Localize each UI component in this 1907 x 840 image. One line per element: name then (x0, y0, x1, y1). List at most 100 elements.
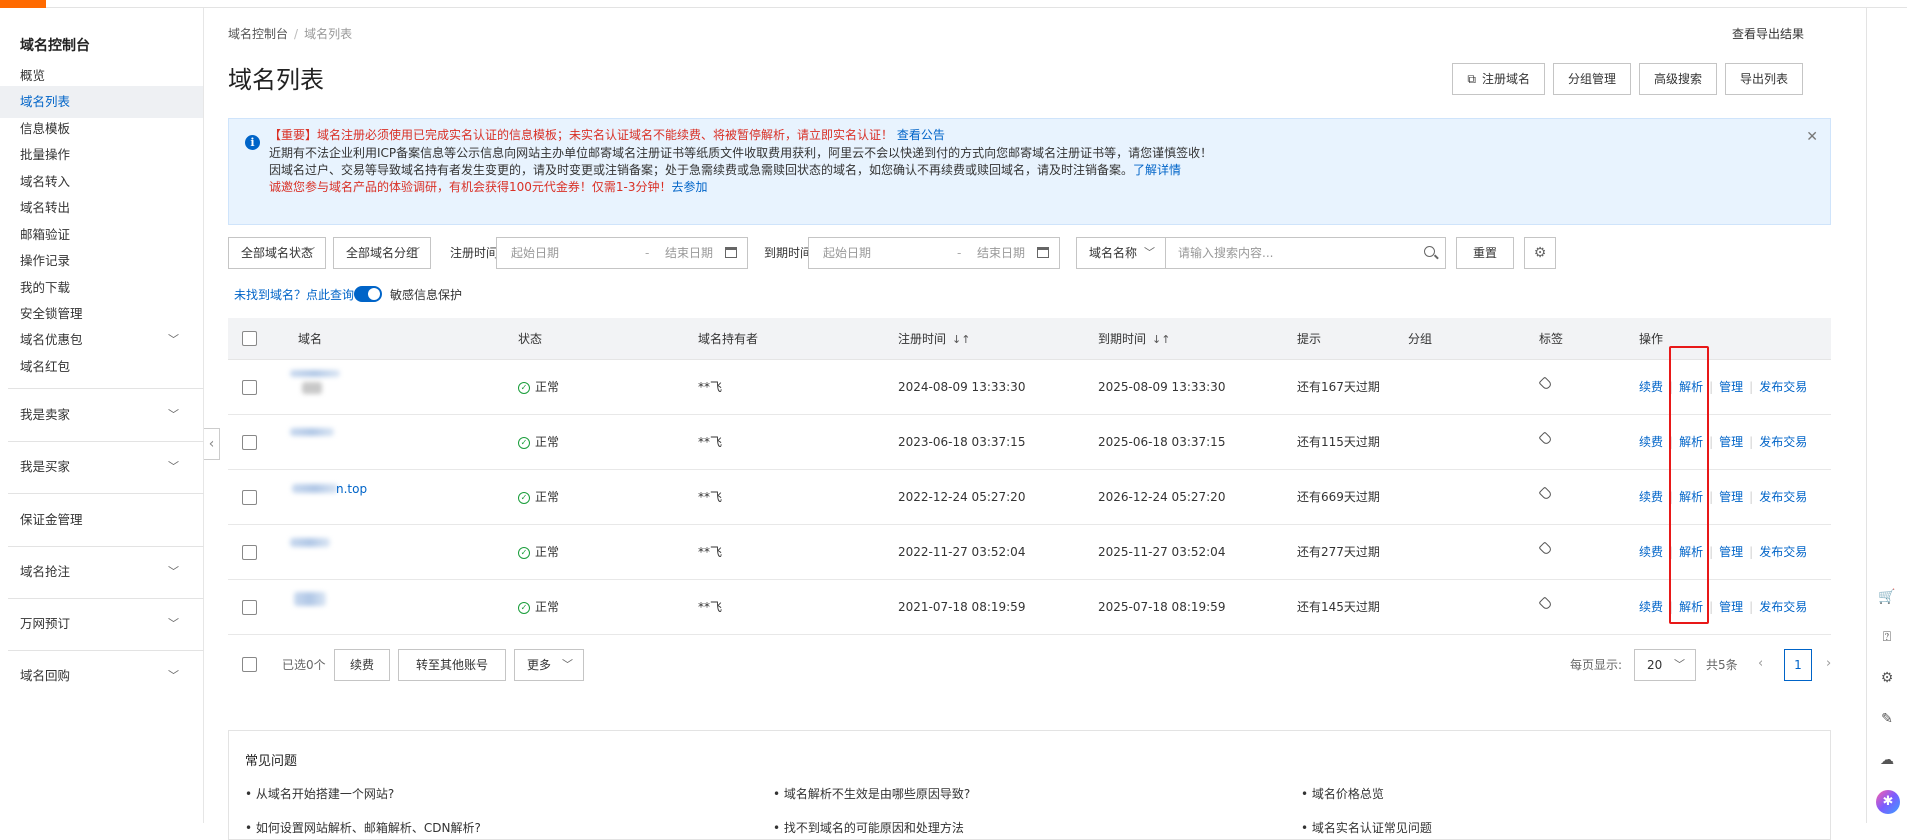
reg-time-cell: 2024-08-09 13:33:30 (898, 380, 1026, 394)
col-reg-time[interactable]: 注册时间 ↓↑ (898, 318, 970, 361)
renew-link[interactable]: 续费 (1639, 600, 1663, 614)
manage-link[interactable]: 管理 (1719, 490, 1743, 504)
tag-icon[interactable] (1538, 357, 1553, 412)
status-text: 正常 (535, 380, 560, 394)
transfer-account-button[interactable]: 转至其他账号 (398, 649, 506, 681)
table-body: ✓ 正常 **飞 2024-08-09 13:33:30 2025-08-09 13:3… (228, 360, 1831, 635)
not-found-link[interactable]: 未找到域名？点此查询 (234, 286, 354, 303)
cloud-icon[interactable]: ☁ (1878, 751, 1896, 769)
tag-icon[interactable] (1538, 577, 1553, 632)
group-manage-button[interactable]: 分组管理 (1552, 63, 1631, 95)
faq-item[interactable]: • 从域名开始搭建一个网站? (245, 785, 394, 802)
exp-start-date[interactable]: 起始日期 (823, 238, 871, 268)
export-list-button[interactable]: 导出列表 (1724, 63, 1803, 95)
renew-link[interactable]: 续费 (1639, 435, 1663, 449)
view-announcement-link[interactable]: 查看公告 (897, 128, 945, 142)
check-circle-icon: ✓ (518, 491, 530, 504)
domain-name-link[interactable]: n.top (336, 462, 367, 517)
chevron-down-icon: ﹀ (168, 460, 179, 473)
renew-link[interactable]: 续费 (1639, 380, 1663, 394)
faq-item[interactable]: • 域名价格总览 (1301, 785, 1384, 802)
calendar-icon[interactable] (725, 247, 737, 258)
reg-end-date[interactable]: 结束日期 (665, 238, 713, 268)
manage-link[interactable]: 管理 (1719, 600, 1743, 614)
tag-icon[interactable] (1538, 412, 1553, 467)
row-checkbox[interactable] (242, 490, 257, 505)
sidebar-group-buyback[interactable]: 域名回购 ﹀ (0, 660, 203, 692)
status-select-value: 全部域名状态 (241, 246, 314, 260)
help-icon[interactable]: ⍰ (1878, 628, 1896, 646)
manage-link[interactable]: 管理 (1719, 380, 1743, 394)
sort-icon[interactable]: ↓↑ (1152, 333, 1170, 346)
trade-link[interactable]: 发布交易 (1759, 380, 1807, 394)
exp-date-range[interactable]: 起始日期 - 结束日期 (808, 237, 1060, 269)
next-page-icon[interactable]: › (1826, 648, 1831, 680)
tag-icon[interactable] (1538, 522, 1553, 577)
trade-link[interactable]: 发布交易 (1759, 600, 1807, 614)
footer-select-all-checkbox[interactable] (242, 657, 257, 672)
cart-icon[interactable]: 🛒 (1878, 588, 1896, 606)
prev-page-icon[interactable]: ‹ (1758, 648, 1763, 680)
reset-button[interactable]: 重置 (1456, 237, 1514, 269)
settings-icon[interactable]: ⚙ (1878, 669, 1896, 687)
faq-item[interactable]: • 域名解析不生效是由哪些原因导致? (773, 785, 970, 802)
search-input[interactable]: 请输入搜索内容... (1165, 237, 1446, 269)
renew-link[interactable]: 续费 (1639, 490, 1663, 504)
view-export-result-link[interactable]: 查看导出结果 (1732, 25, 1804, 42)
row-checkbox[interactable] (242, 380, 257, 395)
trade-link[interactable]: 发布交易 (1759, 490, 1807, 504)
sort-icon[interactable]: ↓↑ (952, 333, 970, 346)
reg-time-cell: 2022-12-24 05:27:20 (898, 490, 1026, 504)
faq-item[interactable]: • 找不到域名的可能原因和处理方法 (773, 819, 964, 836)
calendar-icon[interactable] (1037, 247, 1049, 258)
manage-link[interactable]: 管理 (1719, 545, 1743, 559)
more-dropdown[interactable]: 更多 ﹀ (514, 649, 584, 681)
batch-renew-button[interactable]: 续费 (334, 649, 390, 681)
col-domain: 域名 (298, 332, 323, 346)
divider (8, 598, 204, 599)
renew-link[interactable]: 续费 (1639, 545, 1663, 559)
faq-item[interactable]: • 域名实名认证常见问题 (1301, 819, 1432, 836)
edit-icon[interactable]: ✎ (1878, 710, 1896, 728)
more-label: 更多 (527, 658, 552, 672)
row-checkbox[interactable] (242, 545, 257, 560)
join-survey-link[interactable]: 去参加 (672, 180, 708, 194)
not-found-link-text[interactable]: 未找到域名？点此查询 (234, 288, 354, 302)
search-icon[interactable] (1424, 246, 1435, 257)
sensitive-info-toggle[interactable] (354, 286, 382, 302)
exp-end-date[interactable]: 结束日期 (977, 238, 1025, 268)
gear-icon[interactable]: ⚙ (1524, 237, 1556, 269)
advanced-search-button[interactable]: 高级搜索 (1638, 63, 1717, 95)
group-select[interactable]: 全部域名分组 ﹀ (333, 237, 431, 269)
reg-date-range[interactable]: 起始日期 - 结束日期 (496, 237, 748, 269)
breadcrumb-root[interactable]: 域名控制台 (228, 27, 288, 41)
trade-link[interactable]: 发布交易 (1759, 545, 1807, 559)
col-exp-time[interactable]: 到期时间 ↓↑ (1098, 318, 1170, 361)
sidebar-group-buyer[interactable]: 我是买家 ﹀ (0, 451, 203, 483)
sidebar-item-red-packet[interactable]: 域名红包 (0, 351, 203, 383)
row-checkbox[interactable] (242, 435, 257, 450)
select-all-checkbox[interactable] (242, 331, 257, 346)
sidebar-group-deposit[interactable]: 保证金管理 (0, 504, 203, 536)
manage-link[interactable]: 管理 (1719, 435, 1743, 449)
tag-icon[interactable] (1538, 467, 1553, 522)
search-field-select[interactable]: 域名名称 ﹀ (1076, 237, 1166, 269)
register-domain-button[interactable]: ⧉ 注册域名 (1452, 63, 1545, 95)
per-page-select[interactable]: 20 ﹀ (1634, 649, 1696, 681)
reg-start-date[interactable]: 起始日期 (511, 238, 559, 268)
sidebar-group-preorder[interactable]: 万网预订 ﹀ (0, 608, 203, 640)
page-number-current[interactable]: 1 (1784, 649, 1812, 681)
close-icon[interactable]: ✕ (1806, 129, 1818, 145)
external-link-icon: ⧉ (1467, 72, 1476, 86)
status-select[interactable]: 全部域名状态 ﹀ (228, 237, 326, 269)
assistant-icon[interactable]: ✱ (1876, 790, 1900, 814)
brand-logo[interactable] (0, 0, 46, 8)
sidebar-group-snapback[interactable]: 域名抢注 ﹀ (0, 556, 203, 588)
trade-link[interactable]: 发布交易 (1759, 435, 1807, 449)
col-status: 状态 (518, 332, 543, 346)
sidebar-group-seller[interactable]: 我是卖家 ﹀ (0, 399, 203, 431)
faq-item[interactable]: • 如何设置网站解析、邮箱解析、CDN解析? (245, 819, 481, 836)
selected-count: 已选0个 (282, 658, 326, 672)
learn-more-link[interactable]: 了解详情 (1133, 163, 1181, 177)
row-checkbox[interactable] (242, 600, 257, 615)
